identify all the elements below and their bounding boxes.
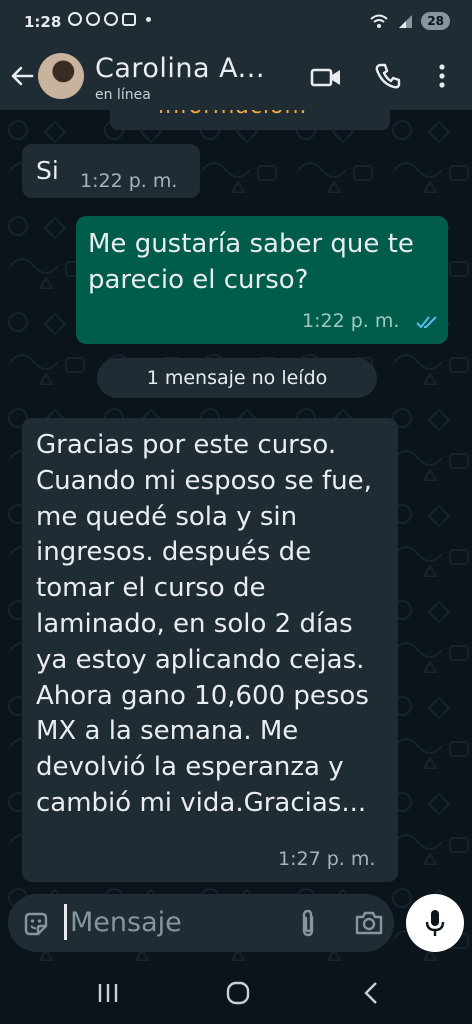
- message-text: Si: [36, 156, 59, 185]
- sticker-emoji-icon[interactable]: [22, 910, 50, 938]
- whatsapp-notification-icon: [68, 12, 82, 26]
- arrow-left-icon[interactable]: [8, 62, 36, 90]
- paperclip-icon[interactable]: [298, 909, 318, 939]
- microphone-button[interactable]: [406, 894, 464, 952]
- outgoing-message[interactable]: Me gustaría saber que te parecio el curs…: [76, 216, 448, 344]
- whatsapp-notification-icon: [104, 12, 118, 26]
- battery-indicator: 28: [421, 12, 450, 30]
- home-icon[interactable]: [225, 980, 251, 1006]
- camera-icon[interactable]: [354, 910, 384, 936]
- screenshot-notification-icon: [122, 12, 136, 26]
- chat-header: Carolina A... en línea: [0, 48, 472, 110]
- contact-name[interactable]: Carolina A...: [95, 53, 265, 84]
- double-check-read-icon: [416, 316, 437, 329]
- message-time: 1:22 p. m.: [80, 170, 178, 192]
- more-notifications-icon: [146, 16, 151, 22]
- microphone-icon: [425, 910, 445, 936]
- message-time: 1:27 p. m.: [278, 848, 376, 870]
- recent-apps-icon[interactable]: [96, 982, 120, 1004]
- previous-message-text: información.: [158, 110, 307, 119]
- more-vert-icon[interactable]: [436, 62, 448, 90]
- text-caret: [64, 904, 67, 940]
- message-input[interactable]: Mensaje: [70, 907, 182, 938]
- status-time: 1:28: [24, 13, 62, 31]
- system-nav-bar: [0, 972, 472, 1024]
- message-text: Gracias por este curso. Cuando mi esposo…: [36, 430, 372, 818]
- signal-icon: [399, 15, 413, 28]
- video-call-icon[interactable]: [310, 65, 342, 89]
- message-input-bar: Mensaje: [8, 894, 394, 952]
- incoming-message[interactable]: Gracias por este curso. Cuando mi esposo…: [22, 418, 398, 882]
- status-bar: 1:28 28: [0, 0, 472, 48]
- incoming-message[interactable]: Si 1:22 p. m.: [22, 144, 200, 198]
- message-time: 1:22 p. m.: [302, 310, 400, 332]
- system-status-icons: 28: [369, 12, 450, 30]
- unread-messages-banner: 1 mensaje no leído: [97, 358, 377, 398]
- avatar[interactable]: [38, 53, 84, 99]
- contact-status: en línea: [95, 87, 151, 103]
- voice-call-icon[interactable]: [374, 62, 402, 90]
- wifi-icon: [370, 14, 388, 28]
- whatsapp-notification-icon: [86, 12, 100, 26]
- back-nav-icon[interactable]: [362, 980, 380, 1006]
- notification-icons: [68, 12, 151, 26]
- previous-message-bubble[interactable]: información.: [110, 110, 390, 130]
- chat-area[interactable]: información. Si 1:22 p. m. Me gustaría s…: [0, 110, 472, 972]
- message-text: Me gustaría saber que te parecio el curs…: [88, 229, 414, 295]
